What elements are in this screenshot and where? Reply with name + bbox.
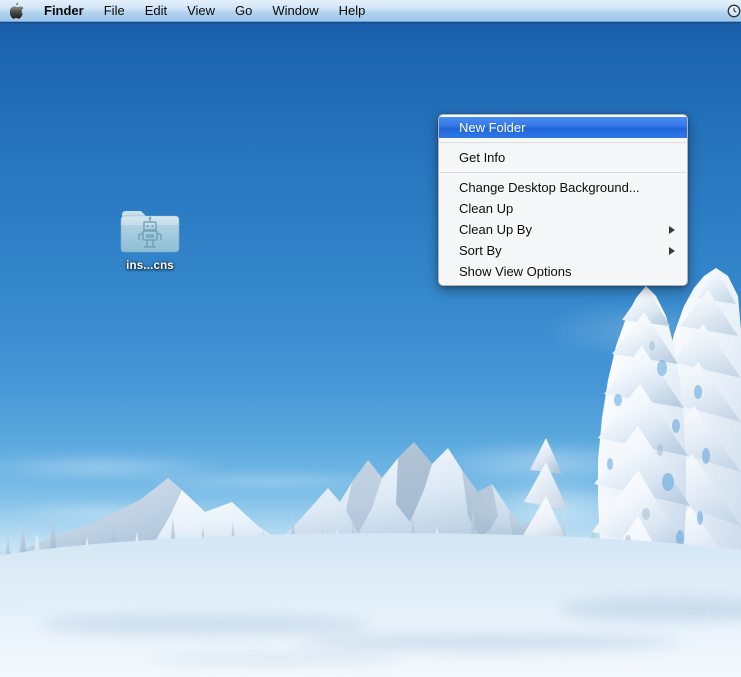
desktop-icon-label: ins...cns: [126, 260, 174, 272]
context-menu-separator: [440, 142, 686, 143]
desktop-icon-automator-folder[interactable]: ins...cns: [112, 205, 188, 285]
cloud: [470, 478, 640, 538]
menu-bar-status-area[interactable]: [727, 0, 741, 22]
context-menu-item-label: New Folder: [459, 120, 526, 135]
desktop-context-menu[interactable]: New Folder Get Info Change Desktop Backg…: [438, 114, 688, 286]
snow-shadow: [150, 653, 400, 665]
context-menu-item-sort-by[interactable]: Sort By: [439, 240, 687, 261]
snow-shadow: [40, 615, 370, 635]
context-menu-item-label: Show View Options: [459, 264, 572, 279]
context-menu-item-change-desktop-background[interactable]: Change Desktop Background...: [439, 177, 687, 198]
menu-bar-item-finder[interactable]: Finder: [34, 0, 94, 22]
context-menu-item-show-view-options[interactable]: Show View Options: [439, 261, 687, 282]
menu-bar-item-file[interactable]: File: [94, 0, 135, 22]
context-menu-item-label: Clean Up By: [459, 222, 532, 237]
context-menu-item-get-info[interactable]: Get Info: [439, 147, 687, 168]
submenu-arrow-icon: [669, 225, 675, 234]
menu-bar-item-go[interactable]: Go: [225, 0, 262, 22]
apple-logo-icon: [10, 2, 24, 19]
apple-menu-button[interactable]: [0, 0, 34, 22]
clock-icon[interactable]: [727, 0, 741, 22]
snow-shadow: [300, 634, 680, 651]
context-menu-item-label: Sort By: [459, 243, 502, 258]
context-menu-item-label: Change Desktop Background...: [459, 180, 640, 195]
context-menu-item-new-folder[interactable]: New Folder: [439, 117, 687, 138]
menu-bar-item-help[interactable]: Help: [329, 0, 376, 22]
menu-bar[interactable]: Finder File Edit View Go Window Help: [0, 0, 741, 22]
submenu-arrow-icon: [669, 246, 675, 255]
context-menu-item-clean-up-by[interactable]: Clean Up By: [439, 219, 687, 240]
context-menu-separator: [440, 172, 686, 173]
context-menu-item-label: Clean Up: [459, 201, 514, 216]
automator-robot-folder-icon: [119, 205, 181, 255]
context-menu-item-clean-up[interactable]: Clean Up: [439, 198, 687, 219]
menu-bar-item-window[interactable]: Window: [262, 0, 328, 22]
menu-bar-item-edit[interactable]: Edit: [135, 0, 177, 22]
context-menu-item-label: Get Info: [459, 150, 506, 165]
desktop[interactable]: ins...cns New Folder Get Info Change Des…: [0, 0, 741, 677]
menu-bar-item-view[interactable]: View: [177, 0, 225, 22]
